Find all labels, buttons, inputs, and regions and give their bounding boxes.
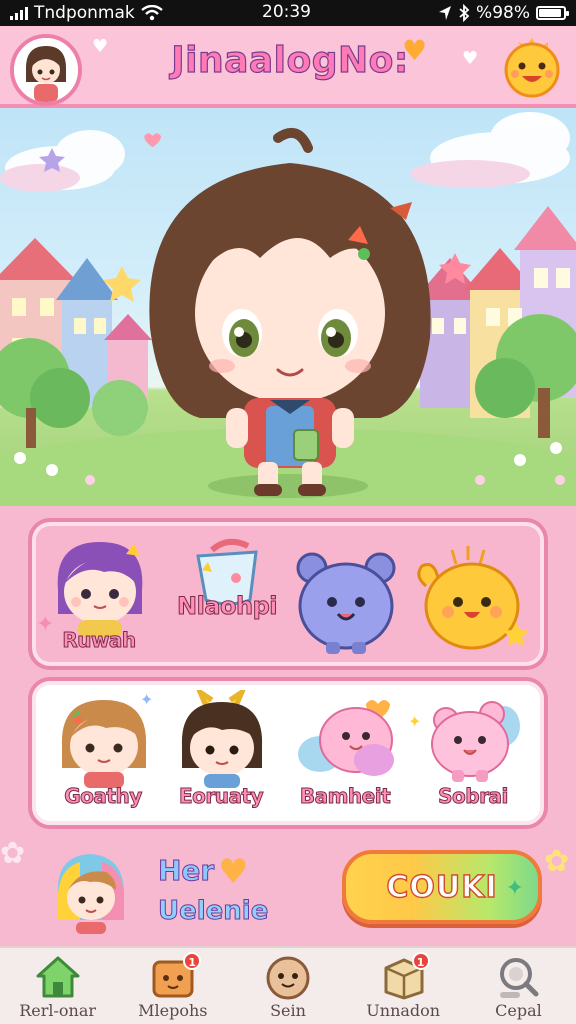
flower-icon: ✿: [0, 836, 26, 871]
character-card-blue-bear[interactable]: [286, 540, 404, 680]
promo-avatar[interactable]: [50, 848, 132, 934]
bluetooth-icon: [459, 4, 470, 22]
purple-hair-girl-icon: [57, 542, 143, 638]
nav-item-cepal[interactable]: Cepal: [461, 948, 576, 1024]
app-title: JinaalogNo:: [171, 39, 409, 81]
sparkle-icon: ✦: [408, 712, 422, 731]
nav-item-unnadon[interactable]: 1 Unnadon: [346, 948, 461, 1024]
notification-badge: 1: [411, 952, 430, 970]
dark-hair-girl-icon: [181, 690, 263, 788]
heart-icon: ♥: [218, 852, 249, 892]
character-card-nlaohpi[interactable]: Nlaohpi: [168, 528, 286, 668]
carrier-name: Tndponmak: [34, 3, 135, 23]
sparkle-icon: ✦: [505, 876, 524, 901]
nav-label: Sein: [270, 1001, 306, 1020]
battery-percent: %98%: [476, 3, 530, 23]
character-label: Nlaohpi: [177, 592, 279, 621]
town-illustration: [0, 112, 576, 506]
mascot-button[interactable]: [498, 34, 566, 100]
nav-label: Rerl-onar: [19, 1001, 96, 1020]
status-time: 20:39: [262, 2, 311, 22]
bottom-navigation: Rerl-onar 1 Mlepohs Sein 1 Unnadon Cepal: [0, 946, 576, 1024]
nav-label: Cepal: [495, 1001, 542, 1020]
nav-label: Unnadon: [366, 1001, 441, 1020]
girl-avatar-icon: [14, 38, 78, 102]
nav-label: Mlepohs: [138, 1001, 208, 1020]
character-label: Bamheit: [299, 784, 391, 809]
primary-cta-button[interactable]: COUKI ✦: [342, 850, 542, 924]
character-card-ruwah[interactable]: Ruwah: [40, 528, 158, 668]
pink-cloud-creature-icon: [298, 700, 394, 776]
heart-icon: ♥: [462, 48, 479, 69]
character-card-yellow-blob[interactable]: [408, 540, 529, 680]
blue-bear-icon: [296, 552, 396, 654]
search-icon: [500, 958, 539, 998]
character-label: Sobrai: [438, 784, 509, 809]
yellow-blob-icon: [417, 546, 529, 650]
character-card-bamheit[interactable]: Bamheit: [286, 684, 404, 824]
face-icon: [266, 956, 310, 1000]
promo-subtitle: Uelenie: [157, 896, 269, 927]
flower-icon: ✿: [544, 844, 570, 879]
sparkle-icon: ✦: [140, 690, 154, 709]
hero-scene: [0, 108, 576, 506]
notification-badge: 1: [183, 952, 202, 970]
home-icon: [36, 956, 80, 998]
pink-bunny-icon: [431, 701, 520, 782]
character-card-sobrai[interactable]: Sobrai: [414, 684, 532, 824]
app-header: JinaalogNo: ♥ ♥ ♥: [0, 26, 576, 108]
sparkle-icon: ✦: [36, 612, 55, 637]
rainbow-hair-girl-icon: [57, 854, 125, 934]
battery-icon: [536, 6, 569, 20]
sun-mascot-icon: [504, 38, 560, 98]
character-label: Ruwah: [62, 628, 137, 653]
nav-item-home[interactable]: Rerl-onar: [0, 948, 115, 1024]
status-bar: Tndponmak 20:39 %98%: [0, 0, 576, 26]
location-icon: [439, 6, 452, 20]
nav-item-messages[interactable]: 1 Mlepohs: [115, 948, 230, 1024]
character-card-eoruaty[interactable]: Eoruaty: [162, 684, 280, 824]
character-label: Goathy: [64, 784, 143, 809]
signal-icon: [10, 6, 28, 20]
cta-label: COUKI: [386, 869, 498, 905]
wifi-icon: [141, 5, 163, 21]
promo-title: Her: [157, 854, 215, 888]
heart-icon: ♥: [402, 34, 428, 67]
heart-icon: ♥: [92, 36, 109, 57]
profile-avatar[interactable]: [10, 34, 82, 106]
nav-item-sein[interactable]: Sein: [230, 948, 345, 1024]
character-label: Eoruaty: [178, 784, 264, 809]
